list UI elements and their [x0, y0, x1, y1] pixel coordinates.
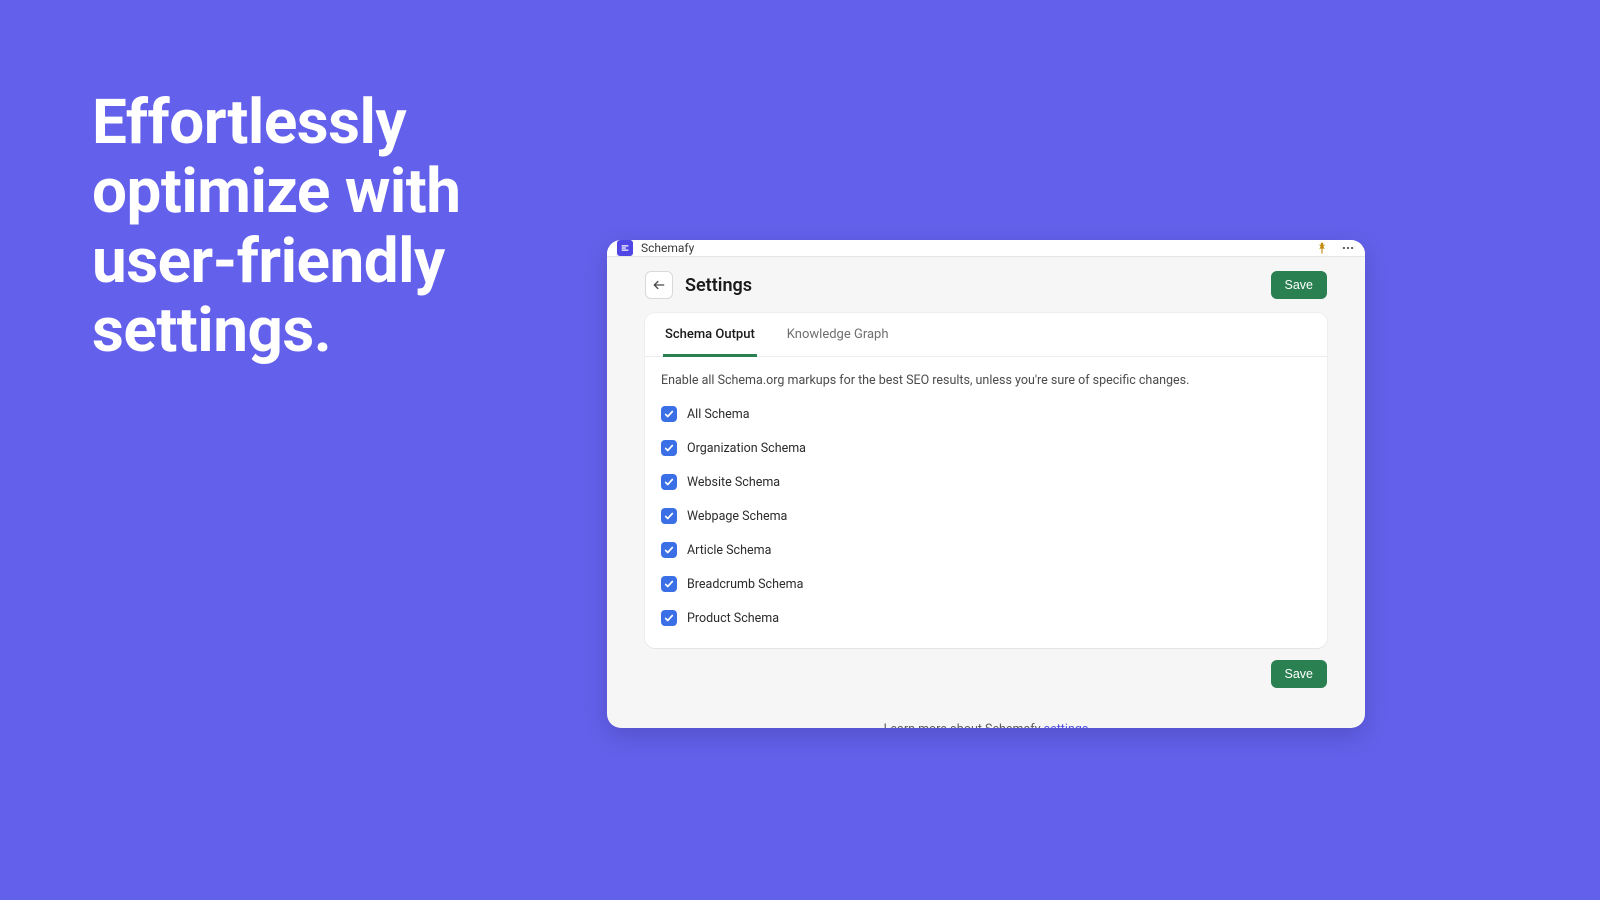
app-window: Schemafy Settings Save Schema Output Kno…: [607, 240, 1365, 728]
page-header: Settings Save: [645, 271, 1327, 299]
checkbox-icon: [661, 610, 677, 626]
footer-save-row: Save: [645, 660, 1327, 688]
title-bar: Schemafy: [607, 240, 1365, 257]
option-breadcrumb-schema[interactable]: Breadcrumb Schema: [661, 570, 1311, 598]
option-label: Organization Schema: [687, 441, 806, 456]
card-body: Enable all Schema.org markups for the be…: [645, 357, 1327, 648]
page-title: Settings: [685, 275, 752, 296]
app-logo-icon: [617, 240, 633, 256]
checkbox-icon: [661, 474, 677, 490]
checkbox-icon: [661, 542, 677, 558]
save-button-bottom[interactable]: Save: [1271, 660, 1328, 688]
option-label: All Schema: [687, 407, 750, 422]
option-organization-schema[interactable]: Organization Schema: [661, 434, 1311, 462]
tab-schema-output[interactable]: Schema Output: [663, 313, 757, 357]
option-all-schema[interactable]: All Schema: [661, 400, 1311, 428]
option-label: Website Schema: [687, 475, 780, 490]
option-product-schema[interactable]: Product Schema: [661, 604, 1311, 632]
tab-knowledge-graph[interactable]: Knowledge Graph: [785, 313, 891, 357]
options-list: All Schema Organization Schema Website S…: [661, 400, 1311, 632]
option-webpage-schema[interactable]: Webpage Schema: [661, 502, 1311, 530]
content-area: Settings Save Schema Output Knowledge Gr…: [607, 257, 1365, 728]
checkbox-icon: [661, 440, 677, 456]
option-label: Article Schema: [687, 543, 771, 558]
save-button-top[interactable]: Save: [1271, 271, 1328, 299]
hero-headline: Effortlessly optimize with user-friendly…: [92, 88, 532, 366]
learn-more: Learn more about Schemafy settings: [645, 722, 1327, 728]
option-article-schema[interactable]: Article Schema: [661, 536, 1311, 564]
checkbox-icon: [661, 576, 677, 592]
tabs: Schema Output Knowledge Graph: [645, 313, 1327, 357]
learn-more-text: Learn more about Schemafy: [884, 722, 1044, 728]
option-label: Product Schema: [687, 611, 779, 626]
back-button[interactable]: [645, 271, 673, 299]
option-label: Webpage Schema: [687, 509, 787, 524]
pin-icon[interactable]: [1315, 241, 1329, 255]
checkbox-icon: [661, 406, 677, 422]
title-bar-left: Schemafy: [617, 240, 694, 256]
panel-description: Enable all Schema.org markups for the be…: [661, 373, 1311, 388]
title-bar-right: [1315, 241, 1355, 255]
more-icon[interactable]: [1341, 241, 1355, 255]
settings-card: Schema Output Knowledge Graph Enable all…: [645, 313, 1327, 648]
option-label: Breadcrumb Schema: [687, 577, 803, 592]
option-website-schema[interactable]: Website Schema: [661, 468, 1311, 496]
checkbox-icon: [661, 508, 677, 524]
learn-more-link[interactable]: settings: [1044, 722, 1089, 728]
app-name: Schemafy: [641, 241, 694, 255]
